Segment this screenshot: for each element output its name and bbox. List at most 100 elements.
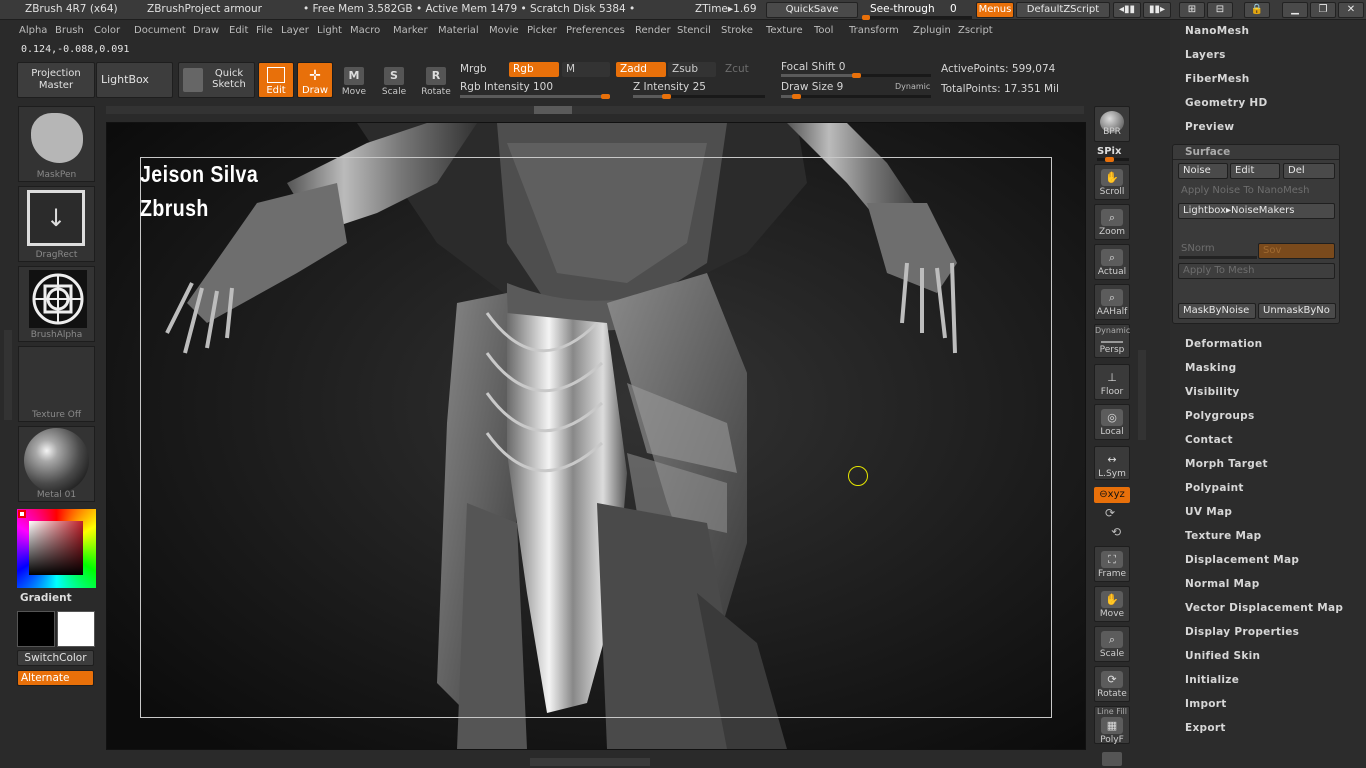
color-saturation-square[interactable] bbox=[29, 521, 83, 575]
focal-shift-slider[interactable] bbox=[781, 73, 931, 78]
quicksave-button[interactable]: QuickSave bbox=[766, 2, 858, 18]
subpalette-contact[interactable]: Contact bbox=[1185, 434, 1233, 446]
scale-mode-button[interactable]: S Scale bbox=[380, 67, 408, 97]
menu-preferences[interactable]: Preferences bbox=[566, 25, 625, 36]
bpr-button[interactable]: BPR bbox=[1094, 106, 1130, 142]
zcut-button[interactable]: Zcut bbox=[725, 63, 749, 75]
scroll-left-icon[interactable]: ◂▮▮ bbox=[1113, 2, 1141, 18]
layout-icon[interactable]: ⊞ bbox=[1179, 2, 1205, 18]
lightbox-button[interactable]: LightBox bbox=[96, 62, 173, 98]
scale-view-button[interactable]: ⌕ Scale bbox=[1094, 626, 1130, 662]
menu-light[interactable]: Light bbox=[317, 25, 342, 36]
menu-stencil[interactable]: Stencil bbox=[677, 25, 711, 36]
subpalette-normal-map[interactable]: Normal Map bbox=[1185, 578, 1260, 590]
document-scroll-thumb[interactable] bbox=[534, 106, 572, 114]
rgb-intensity-knob[interactable] bbox=[601, 94, 610, 99]
subpalette-export[interactable]: Export bbox=[1185, 722, 1226, 734]
subpalette-display-properties[interactable]: Display Properties bbox=[1185, 626, 1299, 638]
noise-edit-button[interactable]: Edit bbox=[1230, 163, 1280, 179]
menu-marker[interactable]: Marker bbox=[393, 25, 428, 36]
rotate-view-button[interactable]: ⟳ Rotate bbox=[1094, 666, 1130, 702]
gradient-label[interactable]: Gradient bbox=[20, 592, 72, 604]
scroll-right-icon[interactable]: ▮▮▸ bbox=[1143, 2, 1171, 18]
bottom-tray-handle[interactable] bbox=[530, 758, 650, 766]
rgb-button[interactable]: Rgb bbox=[509, 62, 559, 77]
menu-tool[interactable]: Tool bbox=[814, 25, 833, 36]
menu-document[interactable]: Document bbox=[134, 25, 186, 36]
subpalette-deformation[interactable]: Deformation bbox=[1185, 338, 1262, 350]
polyf-button[interactable]: Line Fill ▦ PolyF bbox=[1094, 706, 1130, 745]
menu-layer[interactable]: Layer bbox=[281, 25, 309, 36]
subpalette-visibility[interactable]: Visibility bbox=[1185, 386, 1240, 398]
brush-slot[interactable]: MaskPen bbox=[18, 106, 95, 182]
lsym-button[interactable]: ↔ L.Sym bbox=[1094, 446, 1130, 480]
menu-stroke[interactable]: Stroke bbox=[721, 25, 753, 36]
m-button[interactable]: M bbox=[562, 62, 610, 77]
subpalette-layers[interactable]: Layers bbox=[1185, 49, 1226, 61]
right-tray-grip[interactable] bbox=[1138, 350, 1146, 440]
noise-del-button[interactable]: Del bbox=[1283, 163, 1335, 179]
menu-material[interactable]: Material bbox=[438, 25, 479, 36]
default-zscript-button[interactable]: DefaultZScript bbox=[1016, 2, 1110, 18]
scroll-button[interactable]: ✋ Scroll bbox=[1094, 164, 1130, 200]
rotate-y-icon[interactable]: ⟳ bbox=[1105, 506, 1115, 520]
lightbox-noisemakers-button[interactable]: Lightbox▸NoiseMakers bbox=[1178, 203, 1335, 219]
subpalette-unified-skin[interactable]: Unified Skin bbox=[1185, 650, 1260, 662]
seethrough-knob[interactable] bbox=[862, 15, 870, 20]
rotate-z-icon[interactable]: ⟲ bbox=[1111, 525, 1121, 539]
subpalette-polypaint[interactable]: Polypaint bbox=[1185, 482, 1244, 494]
seethrough-slider[interactable] bbox=[862, 15, 972, 20]
subpalette-texture-map[interactable]: Texture Map bbox=[1185, 530, 1261, 542]
persp-button[interactable]: Dynamic Persp bbox=[1094, 324, 1130, 358]
menu-file[interactable]: File bbox=[256, 25, 273, 36]
menu-edit[interactable]: Edit bbox=[229, 25, 248, 36]
subpalette-displacement-map[interactable]: Displacement Map bbox=[1185, 554, 1299, 566]
restore-icon[interactable]: ❐ bbox=[1310, 2, 1336, 18]
menu-alpha[interactable]: Alpha bbox=[19, 25, 47, 36]
switch-color-button[interactable]: SwitchColor bbox=[17, 650, 94, 666]
material-slot[interactable]: Metal 01 bbox=[18, 426, 95, 502]
menu-picker[interactable]: Picker bbox=[527, 25, 557, 36]
draw-size-slider[interactable] bbox=[781, 94, 931, 99]
subpalette-import[interactable]: Import bbox=[1185, 698, 1227, 710]
edit-mode-button[interactable]: Edit bbox=[258, 62, 294, 98]
move-mode-button[interactable]: M Move bbox=[340, 67, 368, 97]
zadd-button[interactable]: Zadd bbox=[616, 62, 666, 77]
subpalette-masking[interactable]: Masking bbox=[1185, 362, 1236, 374]
projection-master-button[interactable]: Projection Master bbox=[17, 62, 95, 98]
menu-movie[interactable]: Movie bbox=[489, 25, 519, 36]
rotate-mode-button[interactable]: R Rotate bbox=[420, 67, 452, 97]
subpalette-initialize[interactable]: Initialize bbox=[1185, 674, 1239, 686]
subpalette-nanomesh[interactable]: NanoMesh bbox=[1185, 25, 1249, 37]
aahalf-button[interactable]: ⌕ AAHalf bbox=[1094, 284, 1130, 320]
subpalette-geometry-hd[interactable]: Geometry HD bbox=[1185, 97, 1268, 109]
subpalette-vector-displacement-map[interactable]: Vector Displacement Map bbox=[1185, 602, 1343, 614]
zoom-button[interactable]: ⌕ Zoom bbox=[1094, 204, 1130, 240]
alpha-slot[interactable]: BrushAlpha bbox=[18, 266, 95, 342]
color-picker[interactable] bbox=[17, 509, 96, 588]
menu-transform[interactable]: Transform bbox=[849, 25, 899, 36]
z-intensity-slider[interactable] bbox=[633, 94, 765, 99]
dynamic-toggle[interactable]: Dynamic bbox=[895, 82, 930, 91]
subpalette-fibermesh[interactable]: FiberMesh bbox=[1185, 73, 1250, 85]
document-canvas[interactable]: Jeison Silva Zbrush bbox=[106, 122, 1086, 750]
menu-zscript[interactable]: Zscript bbox=[958, 25, 993, 36]
subpalette-preview[interactable]: Preview bbox=[1185, 121, 1234, 133]
menu-brush[interactable]: Brush bbox=[55, 25, 84, 36]
stroke-slot[interactable]: ↓ DragRect bbox=[18, 186, 95, 262]
menu-render[interactable]: Render bbox=[635, 25, 671, 36]
mask-by-noise-button[interactable]: MaskByNoise bbox=[1178, 303, 1256, 319]
alternate-button[interactable]: Alternate bbox=[17, 670, 94, 686]
menu-zplugin[interactable]: Zplugin bbox=[913, 25, 951, 36]
secondary-color-swatch[interactable] bbox=[57, 611, 95, 647]
xyz-toggle[interactable]: ⊖xyz bbox=[1094, 487, 1130, 503]
zsub-button[interactable]: Zsub bbox=[668, 62, 716, 77]
actual-button[interactable]: ⌕ Actual bbox=[1094, 244, 1130, 280]
noise-button[interactable]: Noise bbox=[1178, 163, 1228, 179]
texture-slot[interactable]: Texture Off bbox=[18, 346, 95, 422]
menu-draw[interactable]: Draw bbox=[193, 25, 219, 36]
primary-color-swatch[interactable] bbox=[17, 611, 55, 647]
quick-sketch-button[interactable]: Quick Sketch bbox=[178, 62, 255, 98]
minimize-icon[interactable]: ▁ bbox=[1282, 2, 1308, 18]
unmask-by-noise-button[interactable]: UnmaskByNo bbox=[1258, 303, 1336, 319]
